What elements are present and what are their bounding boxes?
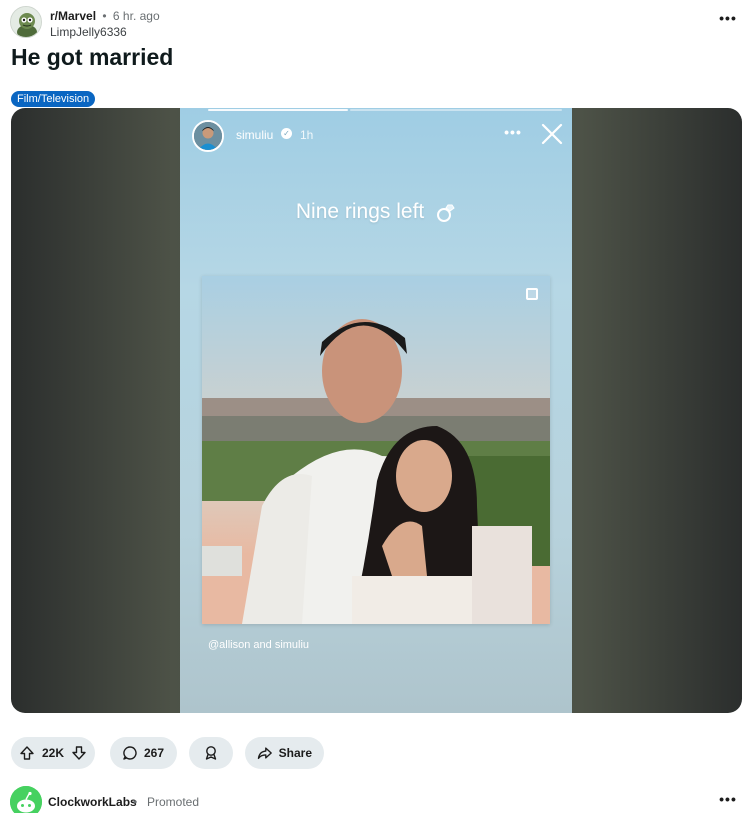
ring-icon [437, 204, 455, 223]
post-title[interactable]: He got married [11, 44, 173, 71]
instagram-story: simuliu ✓ 1h ••• Nine rings left @alliso… [180, 108, 572, 713]
separator-dot: • [133, 795, 138, 809]
award-icon [205, 746, 217, 760]
share-button[interactable]: Share [245, 737, 324, 769]
post-media[interactable]: simuliu ✓ 1h ••• Nine rings left @alliso… [11, 108, 742, 713]
comments-button[interactable]: 267 [110, 737, 177, 769]
share-icon [257, 747, 272, 760]
post-header: r/Marvel • 6 hr. ago LimpJelly6336 ••• [10, 6, 740, 42]
snoo-avatar-icon [10, 786, 42, 813]
more-options-icon[interactable]: ••• [716, 11, 740, 32]
story-username: simuliu [236, 128, 274, 142]
vote-pill: 22K [11, 737, 95, 769]
promoted-label: Promoted [147, 795, 200, 809]
verified-badge-icon: ✓ [281, 128, 292, 139]
vote-count: 22K [41, 746, 64, 760]
couple-selfie-image [202, 276, 550, 624]
promoted-avatar[interactable] [10, 786, 42, 813]
person-avatar-icon [194, 122, 222, 150]
story-more-icon: ••• [504, 124, 522, 140]
photo-credit: @allison and simuliu [208, 639, 310, 651]
comment-count: 267 [144, 746, 165, 760]
subreddit-line: r/Marvel • 6 hr. ago [50, 9, 160, 23]
upvote-icon[interactable] [19, 745, 35, 761]
story-avatar [192, 120, 224, 152]
share-label: Share [278, 746, 312, 760]
post-age: 6 hr. ago [112, 9, 160, 23]
more-options-icon[interactable]: ••• [716, 792, 740, 808]
story-caption-block: Nine rings left [180, 200, 572, 224]
post-author[interactable]: LimpJelly6336 [50, 25, 127, 39]
promoted-advertiser[interactable]: ClockworkLabs [48, 795, 137, 809]
subreddit-name[interactable]: r/Marvel [50, 9, 96, 23]
story-time: 1h [300, 128, 314, 142]
subreddit-mascot-icon [11, 7, 41, 37]
select-checkbox-icon [526, 288, 538, 300]
close-icon [541, 123, 563, 145]
story-progress-bar [208, 109, 348, 111]
comment-icon [123, 746, 137, 760]
subreddit-avatar[interactable] [10, 6, 42, 38]
story-progress-remaining [350, 109, 562, 111]
award-button[interactable] [189, 737, 233, 769]
downvote-icon[interactable] [71, 745, 87, 761]
post-flair[interactable]: Film/Television [11, 91, 96, 107]
couple-photo [202, 276, 550, 624]
story-caption: Nine rings left [295, 200, 425, 223]
separator-dot: • [102, 9, 107, 23]
promoted-post-header: ClockworkLabs • Promoted ••• [10, 786, 740, 813]
